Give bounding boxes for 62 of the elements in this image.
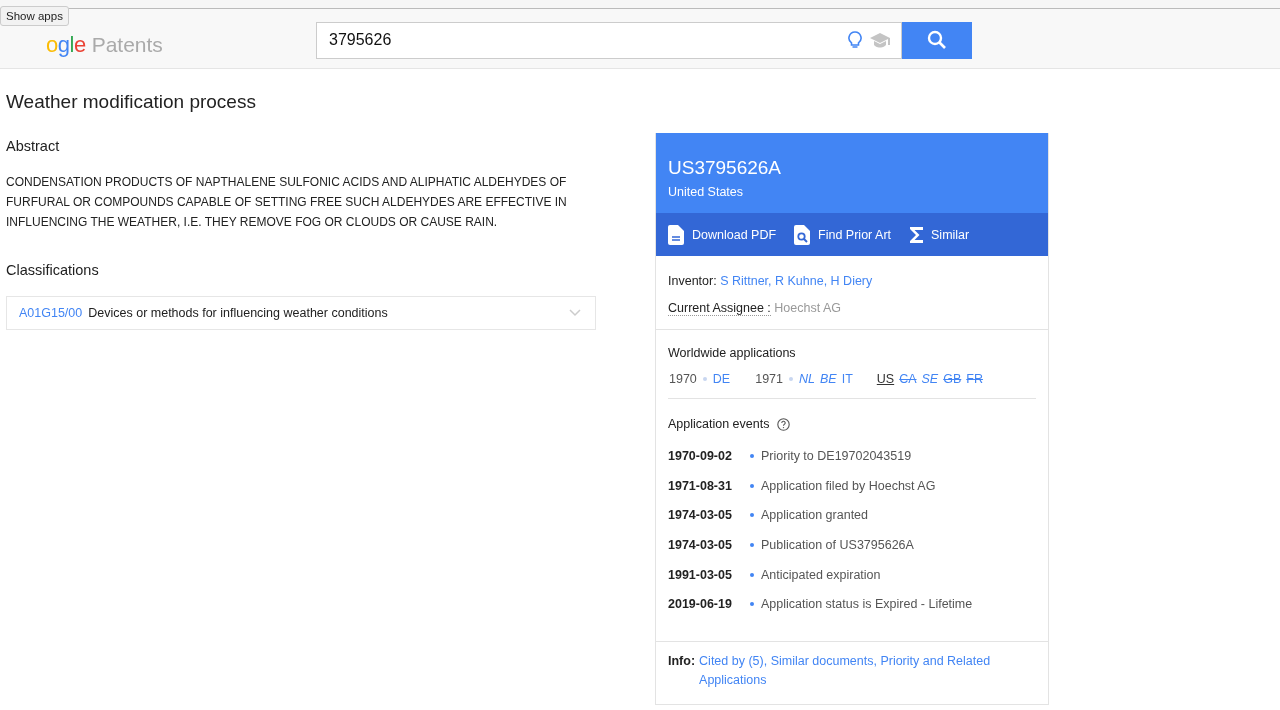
google-logo[interactable]: ogle — [46, 31, 86, 58]
patent-title: Weather modification process — [6, 91, 257, 113]
search-button[interactable] — [902, 21, 972, 59]
document-search-icon — [794, 224, 811, 245]
bullet-dot — [750, 513, 754, 518]
section-heading: Classifications — [6, 262, 100, 278]
search-icon — [927, 30, 947, 50]
country-name: United States — [668, 185, 745, 199]
bullet-dot — [750, 602, 754, 607]
assignee-label: Current Assignee : — [668, 301, 771, 316]
section-heading: Abstract — [6, 138, 61, 154]
bullet-dot — [750, 483, 754, 488]
event-date: 1974-03-05 — [668, 508, 733, 523]
info-links[interactable]: Cited by (5), Similar documents, Priority and Related Applications — [699, 652, 1036, 691]
section-heading: Worldwide applications — [668, 346, 797, 360]
classification-row[interactable]: A01G15/00 Devices or methods for influencing weather conditions — [6, 296, 596, 330]
search-field[interactable]: 3795626 — [316, 21, 902, 59]
patent-number: US3795626A — [668, 157, 783, 179]
country-link[interactable]: IT — [841, 372, 853, 386]
classification-text: Devices or methods for influencing weather conditions — [88, 306, 389, 320]
country-link[interactable]: US — [876, 372, 895, 386]
country-link[interactable]: DE — [712, 372, 731, 386]
bullet-dot — [750, 542, 754, 547]
bullet-dot — [789, 377, 793, 381]
event-date: 2019-06-19 — [668, 597, 733, 612]
bullet-dot — [750, 453, 754, 458]
year-label: 1970 — [669, 372, 697, 386]
section-heading: Application events — [668, 417, 770, 431]
bullet-dot — [750, 572, 754, 577]
country-link[interactable]: CA — [899, 372, 917, 386]
assignee-name: Hoechst AG — [774, 301, 842, 315]
help-icon[interactable] — [777, 417, 791, 431]
country-link[interactable]: NL — [799, 372, 815, 386]
event-text: Publication of US3795626A — [761, 537, 914, 552]
event-text: Priority to DE19702043519 — [761, 448, 912, 463]
year-label: 1971 — [755, 372, 783, 386]
country-link[interactable]: GB — [943, 372, 962, 386]
product-name: Patents — [91, 32, 163, 57]
action-link[interactable]: Download PDF — [668, 224, 777, 245]
event-text: Application granted — [761, 508, 869, 523]
sigma-icon — [909, 226, 923, 243]
abstract-text: CONDENSATION PRODUCTS OF NAPTHALENE SULFONIC ACIDS AND ALIPHATIC ALDEHYDES OF FURFURAL OR COMPOUNDS CAPABLE OF SETTING FREE SUCH ALDEHYDES ARE EFFECTIVE IN INFLUENCING THE WEATHER, I.E. THEY REMOVE FOG OR CLOUDS OR CAUSE RAIN. — [6, 174, 568, 231]
country-link[interactable]: SE — [921, 372, 939, 386]
country-link[interactable]: BE — [820, 372, 837, 386]
info-label: Info: — [668, 653, 696, 671]
inventor-links[interactable]: S Rittner, R Kuhne, H Diery — [720, 274, 873, 288]
event-text: Application filed by Hoechst AG — [761, 478, 936, 493]
document-icon — [668, 224, 684, 245]
tooltip: Show apps — [0, 5, 69, 26]
inventor-label: Inventor: — [668, 274, 717, 288]
bullet-dot — [702, 377, 707, 381]
event-date: 1971-08-31 — [668, 478, 733, 493]
country-link[interactable]: FR — [966, 372, 983, 386]
event-date: 1970-09-02 — [668, 448, 733, 463]
event-text: Application status is Expired - Lifetime — [761, 597, 973, 612]
lightbulb-icon[interactable] — [848, 30, 862, 49]
event-date: 1974-03-05 — [668, 537, 733, 552]
action-link[interactable]: Similar — [909, 226, 970, 243]
event-date: 1991-03-05 — [668, 567, 733, 582]
classification-code[interactable]: A01G15/00 — [19, 306, 83, 320]
action-link[interactable]: Find Prior Art — [794, 224, 891, 245]
event-text: Anticipated expiration — [761, 567, 881, 582]
